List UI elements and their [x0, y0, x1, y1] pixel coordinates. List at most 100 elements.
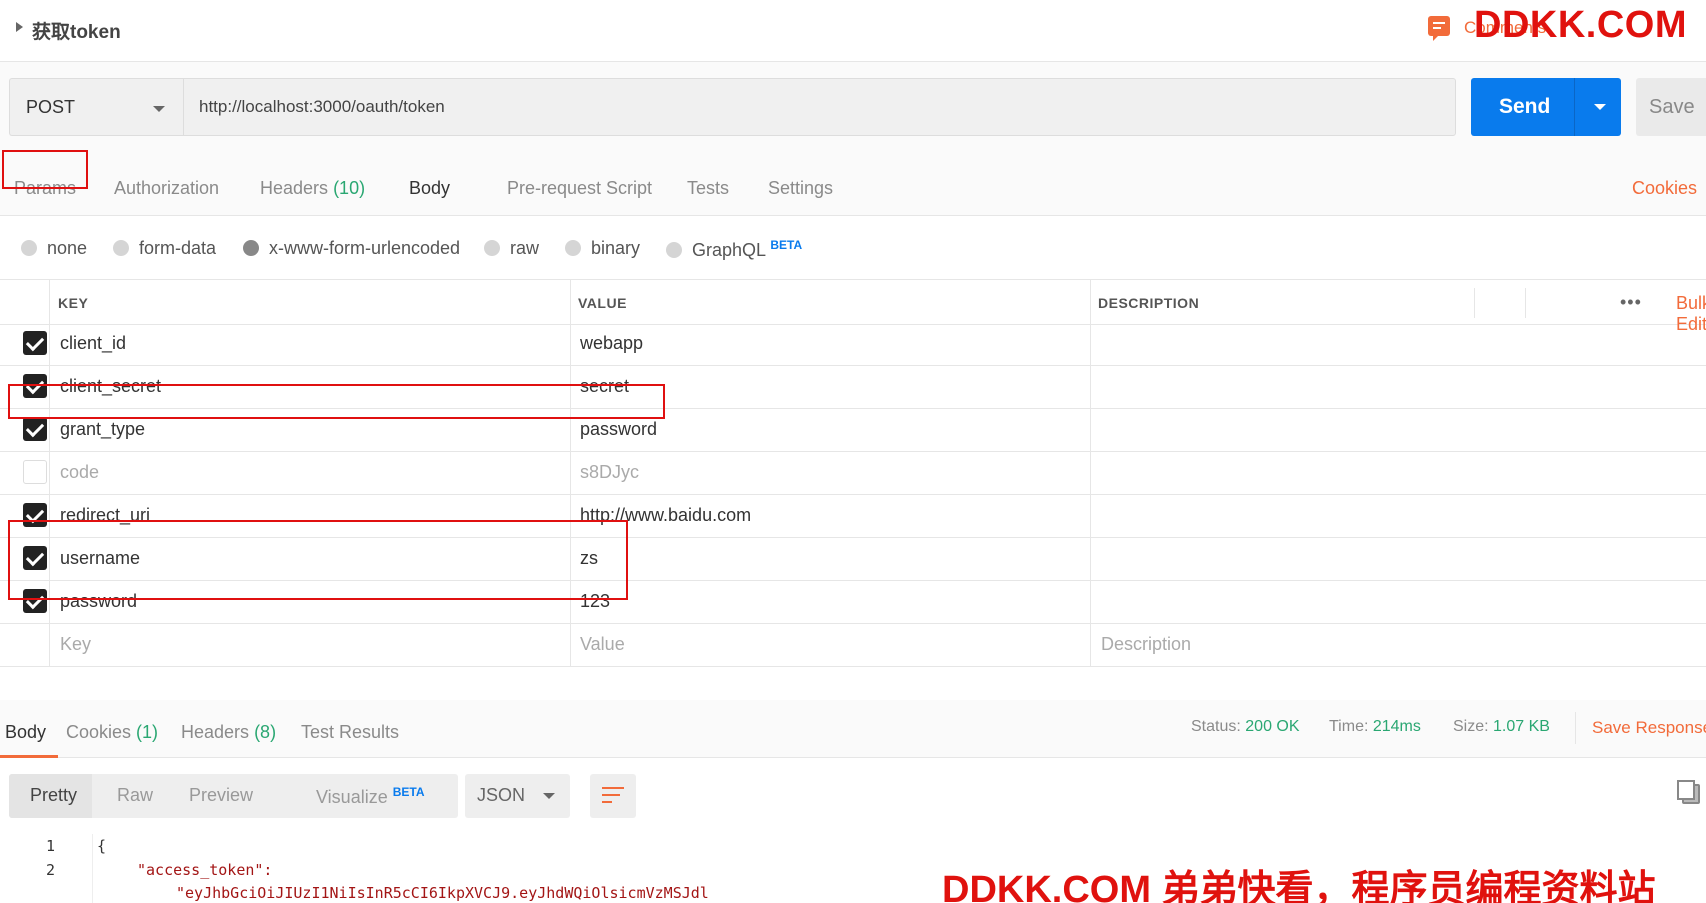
size-label: Size:: [1453, 718, 1489, 735]
code-line: "eyJhbGciOiJIUzI1NiIsInR5cCI6IkpXVCJ9.ey…: [176, 884, 709, 902]
tab-settings[interactable]: Settings: [768, 178, 833, 199]
save-response-button[interactable]: Save Response: [1592, 718, 1706, 738]
new-value-input[interactable]: Value: [580, 634, 625, 655]
highlight-params: [2, 150, 88, 189]
url-input[interactable]: http://localhost:3000/oauth/token: [183, 78, 1456, 136]
table-row: code s8DJyc: [0, 449, 1706, 495]
view-raw-button[interactable]: Raw: [117, 785, 153, 806]
column-divider: [1090, 320, 1091, 365]
row-value[interactable]: password: [580, 419, 657, 440]
view-mode-group: Pretty Raw Preview Visualize BETA: [9, 774, 458, 818]
save-label: Save: [1649, 96, 1695, 118]
time-label: Time:: [1329, 718, 1369, 735]
row-checkbox[interactable]: [23, 331, 47, 355]
visualize-label: Visualize: [316, 787, 388, 807]
tab-tests[interactable]: Tests: [687, 178, 729, 199]
radio-dot: [21, 240, 37, 256]
tab-authorization[interactable]: Authorization: [114, 178, 219, 199]
radio-raw-label: raw: [510, 238, 540, 258]
radio-none-label: none: [47, 238, 88, 258]
column-divider: [49, 621, 50, 666]
column-divider: [1090, 406, 1091, 451]
column-divider: [1090, 280, 1091, 324]
format-label: JSON: [477, 785, 526, 805]
response-tab-cookies[interactable]: Cookies (1): [66, 722, 158, 743]
comment-icon[interactable]: [1428, 16, 1450, 41]
radio-graphql[interactable]: GraphQL BETA: [666, 238, 802, 261]
response-tab-cookies-label: Cookies: [66, 722, 132, 742]
copy-icon[interactable]: [1677, 780, 1700, 804]
radio-binary-label: binary: [591, 238, 641, 258]
header-description: DESCRIPTION: [1098, 295, 1200, 311]
line-number: 2: [46, 861, 56, 879]
row-checkbox[interactable]: [23, 417, 47, 441]
response-tabs: Body Cookies (1) Headers (8) Test Result…: [0, 700, 1706, 758]
code-line: {: [97, 837, 107, 855]
url-bar: POST http://localhost:3000/oauth/token S…: [0, 62, 1706, 152]
body-type-options: none form-data x-www-form-urlencoded raw…: [0, 216, 1706, 279]
column-divider: [1090, 492, 1091, 537]
request-title[interactable]: 获取token: [32, 17, 121, 44]
tab-prerequest-script[interactable]: Pre-request Script: [507, 178, 652, 199]
status-label: Status:: [1191, 718, 1241, 735]
column-divider: [570, 449, 571, 494]
send-options-chevron-icon[interactable]: [1594, 104, 1606, 110]
watermark-bottom: DDKK.COM 弟弟快看，程序员编程资料站: [942, 869, 1656, 903]
line-number: 1: [46, 837, 56, 855]
radio-urlencoded-label: x-www-form-urlencoded: [269, 238, 461, 258]
tab-headers-count: (10): [333, 178, 366, 198]
radio-binary[interactable]: binary: [565, 238, 640, 259]
send-button[interactable]: Send: [1471, 78, 1621, 136]
table-header: KEY VALUE DESCRIPTION ••• Bulk Edit: [0, 279, 1706, 334]
row-value[interactable]: s8DJyc: [580, 462, 639, 483]
table-row-new: Key Value Description: [0, 621, 1706, 667]
radio-dot-selected: [243, 240, 259, 256]
send-label: Send: [1499, 95, 1551, 118]
status-value: 200 OK: [1245, 718, 1300, 735]
radio-dot: [565, 240, 581, 256]
row-key[interactable]: client_id: [60, 333, 126, 354]
radio-raw[interactable]: raw: [484, 238, 539, 259]
response-tab-headers[interactable]: Headers (8): [181, 722, 276, 743]
view-visualize-button[interactable]: Visualize BETA: [316, 785, 425, 808]
response-tab-body[interactable]: Body: [5, 722, 46, 743]
view-pretty-button[interactable]: Pretty: [30, 785, 77, 806]
time-readout: Time: 214ms: [1329, 718, 1421, 736]
more-options-icon[interactable]: •••: [1620, 292, 1642, 313]
header-value: VALUE: [578, 295, 627, 311]
row-key[interactable]: grant_type: [60, 419, 145, 440]
size-value: 1.07 KB: [1493, 718, 1550, 735]
column-divider: [1474, 288, 1475, 318]
tab-body[interactable]: Body: [409, 178, 450, 199]
collapse-arrow-icon[interactable]: [16, 22, 23, 32]
radio-urlencoded[interactable]: x-www-form-urlencoded: [243, 238, 460, 259]
response-tab-test-results[interactable]: Test Results: [301, 722, 399, 743]
format-select[interactable]: JSON: [465, 774, 570, 818]
tab-headers[interactable]: Headers (10): [260, 178, 365, 199]
row-checkbox-unchecked[interactable]: [23, 460, 47, 484]
view-preview-button[interactable]: Preview: [189, 785, 253, 806]
column-divider: [49, 449, 50, 494]
row-key[interactable]: code: [60, 462, 99, 483]
column-divider: [570, 280, 571, 324]
method-select[interactable]: POST: [9, 78, 183, 136]
radio-dot: [113, 240, 129, 256]
new-key-input[interactable]: Key: [60, 634, 91, 655]
highlight-grant-type: [8, 384, 665, 419]
column-divider: [1090, 449, 1091, 494]
save-button[interactable]: Save: [1636, 78, 1706, 136]
code-line: "access_token":: [137, 861, 273, 879]
cookies-link[interactable]: Cookies: [1632, 178, 1697, 199]
time-value: 214ms: [1372, 718, 1421, 735]
column-divider: [1090, 363, 1091, 408]
radio-none[interactable]: none: [21, 238, 87, 259]
column-divider: [1090, 535, 1091, 580]
radio-form-data-label: form-data: [139, 238, 217, 258]
row-value[interactable]: webapp: [580, 333, 643, 354]
radio-dot: [484, 240, 500, 256]
new-description-input[interactable]: Description: [1101, 634, 1191, 655]
radio-dot: [666, 242, 682, 258]
radio-form-data[interactable]: form-data: [113, 238, 216, 259]
request-tabs: Params Authorization Headers (10) Body P…: [0, 150, 1706, 216]
wrap-lines-button[interactable]: [590, 774, 636, 818]
